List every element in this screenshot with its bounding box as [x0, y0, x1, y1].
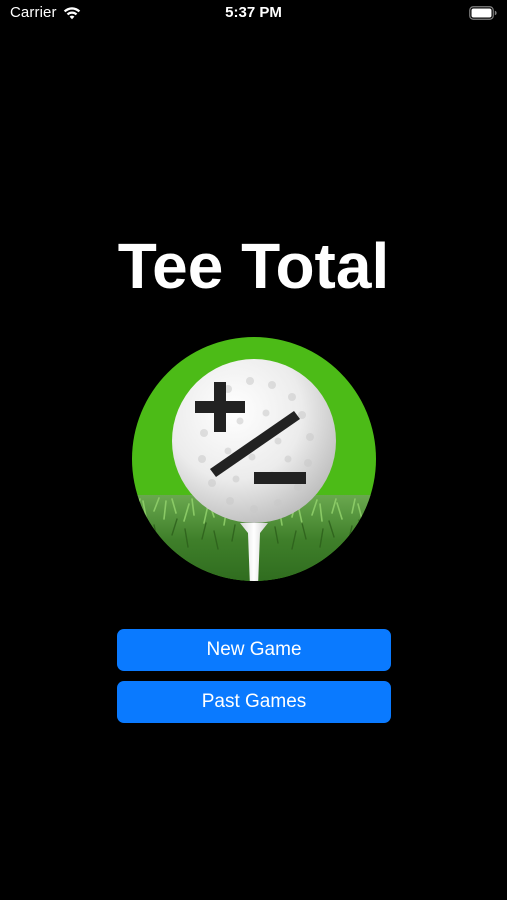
status-time: 5:37 PM — [225, 4, 282, 21]
golf-ball-plus-minus-icon — [132, 337, 376, 581]
battery-icon — [469, 6, 497, 20]
status-bar: Carrier 5:37 PM — [0, 0, 507, 30]
app-title: Tee Total — [117, 230, 390, 302]
new-game-button[interactable]: New Game — [117, 629, 391, 671]
past-games-button[interactable]: Past Games — [117, 681, 391, 723]
